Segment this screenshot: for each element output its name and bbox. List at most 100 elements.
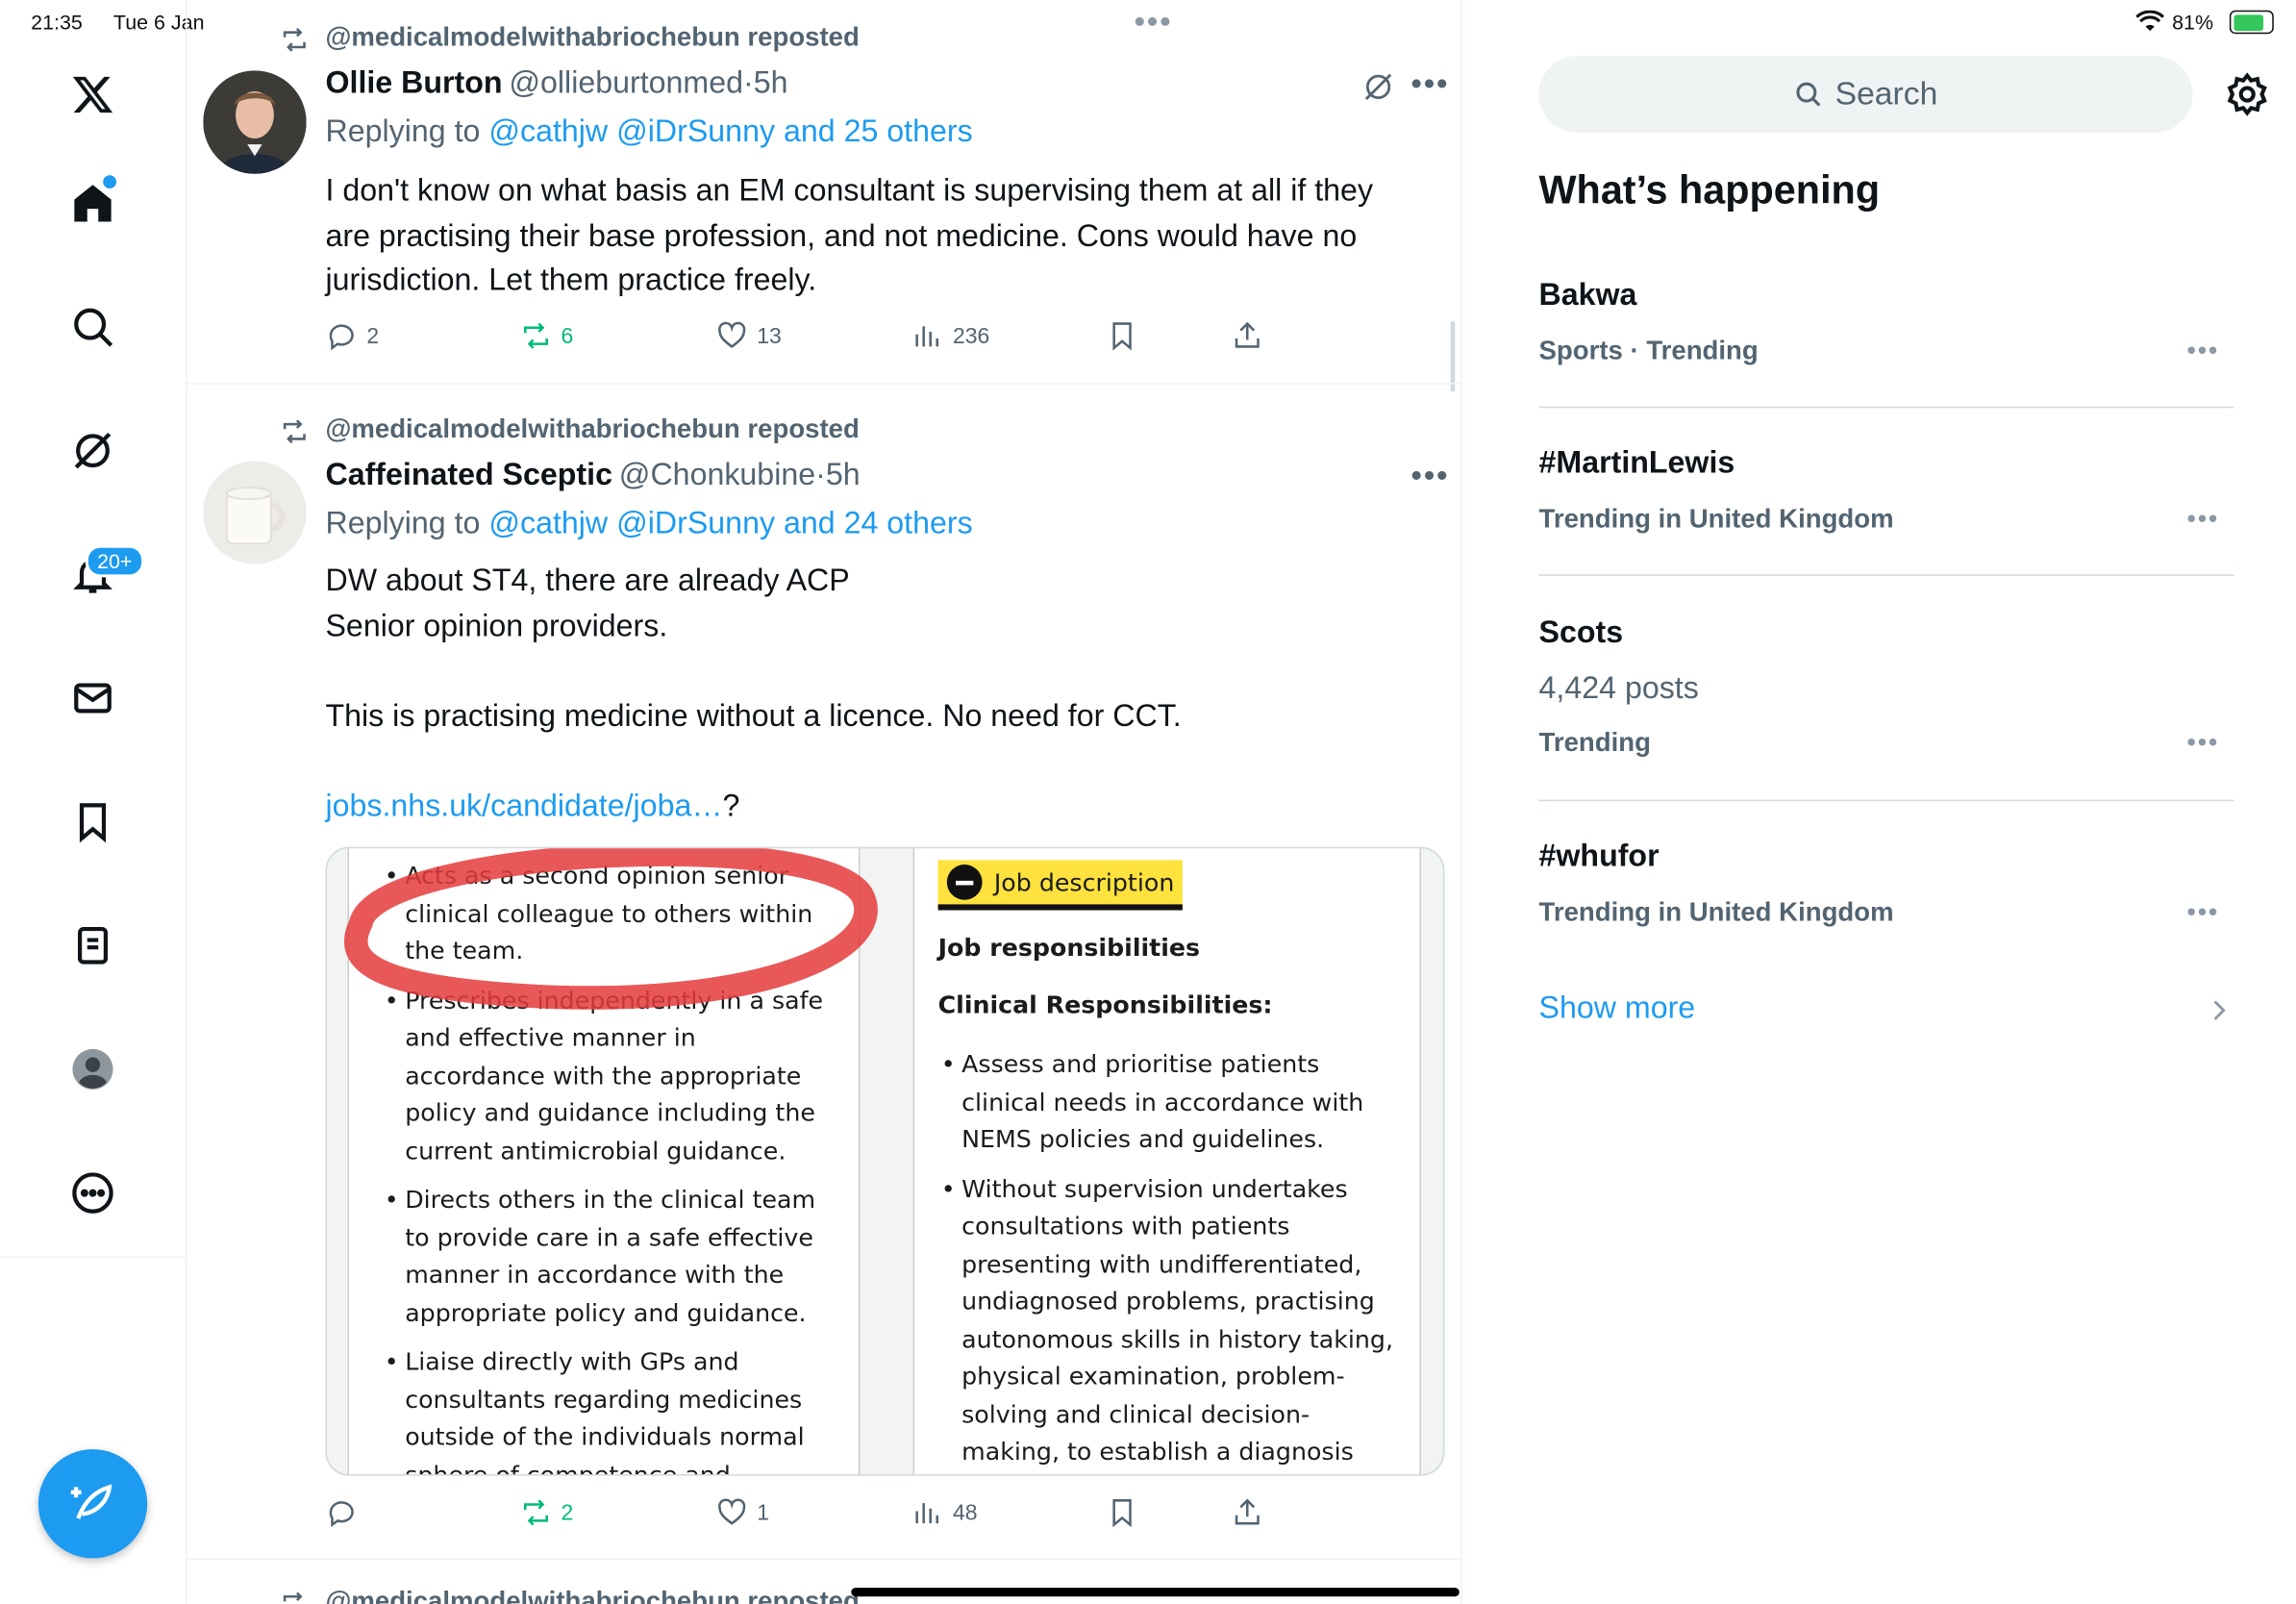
left-nav: 20+ — [0, 0, 187, 1604]
repost-icon — [524, 1499, 548, 1526]
trend-more-dots[interactable]: ••• — [2186, 336, 2219, 366]
views-button[interactable]: 236 — [911, 313, 989, 358]
separator: · — [815, 458, 826, 492]
trend-title[interactable]: #MartinLewis — [1539, 446, 1735, 482]
trend-post-count: 4,424 posts — [1538, 671, 1699, 706]
search-icon — [1796, 82, 1821, 107]
grok-icon[interactable] — [59, 416, 126, 484]
profile-icon[interactable] — [59, 1036, 126, 1103]
doc-subheading: Clinical Responsibilities: — [937, 990, 1273, 1019]
heart-icon — [718, 321, 746, 348]
share-icon — [1235, 1498, 1260, 1525]
more-icon[interactable] — [59, 1159, 126, 1226]
repost-label-icon — [283, 27, 306, 52]
bookmark-button[interactable] — [1106, 313, 1138, 358]
tweet-header: Caffeinated Sceptic @Chonkubine·5h — [325, 458, 860, 493]
trend-meta: Sports · Trending — [1538, 336, 1759, 365]
share-icon — [1235, 321, 1260, 348]
tweet-actions: 2 1 48 — [325, 1491, 1297, 1535]
avatar[interactable] — [203, 70, 307, 174]
trend-title[interactable]: Bakwa — [1539, 278, 1637, 313]
views-button[interactable]: 48 — [911, 1491, 978, 1535]
show-more-link[interactable]: Show more — [1539, 991, 1696, 1027]
tweet-more-dots[interactable]: ••• — [1410, 457, 1449, 495]
trends-heading: What’s happening — [1538, 167, 1881, 213]
like-button[interactable]: 1 — [715, 1491, 769, 1535]
compose-icon — [70, 1484, 112, 1519]
battery-icon — [2229, 10, 2274, 35]
tweet-text: DW about ST4, there are already ACP Seni… — [325, 564, 1182, 823]
repost-icon — [524, 322, 548, 349]
repost-button[interactable]: 2 — [520, 1491, 573, 1535]
replying-to: Replying to @cathjw @iDrSunny and 24 oth… — [325, 506, 973, 541]
search-icon[interactable] — [59, 293, 126, 361]
tweet-more-dots[interactable]: ••• — [1410, 64, 1449, 103]
trend-meta: Trending — [1538, 727, 1651, 758]
views-icon — [915, 1503, 938, 1524]
tweet-header: Ollie Burton @ollieburtonmed·5h — [325, 66, 787, 102]
replying-to: Replying to @cathjw @iDrSunny and 25 oth… — [325, 114, 973, 149]
tweet-divider — [187, 1558, 1462, 1560]
trend-more-dots[interactable]: ••• — [2186, 897, 2219, 928]
avatar[interactable] — [203, 461, 307, 564]
repost-label-icon — [283, 419, 306, 444]
doc-bullet: Directs others in the clinical team to p… — [382, 1181, 836, 1331]
x-logo-icon[interactable] — [59, 61, 126, 128]
trend-meta: Trending in United Kingdom — [1538, 896, 1894, 927]
bookmark-icon — [1112, 322, 1132, 351]
trend-title[interactable]: Scots — [1539, 615, 1624, 651]
trend-divider — [1538, 574, 2234, 576]
replying-to-link[interactable]: @cathjw @iDrSunny and 24 others — [488, 507, 972, 540]
like-button[interactable]: 13 — [715, 313, 782, 358]
replying-to-link[interactable]: @cathjw @iDrSunny and 25 others — [488, 114, 972, 148]
reply-button[interactable] — [325, 1491, 366, 1535]
settings-gear-icon[interactable] — [2224, 71, 2271, 118]
chevron-right-icon — [2213, 1000, 2226, 1020]
minus-circle-icon — [946, 865, 983, 900]
repost-label[interactable]: @medicalmodelwithabriochebun reposted — [325, 22, 859, 53]
search-input[interactable]: Search — [1538, 56, 2193, 133]
timestamp[interactable]: 5h — [826, 458, 861, 491]
trend-divider — [1538, 799, 2234, 802]
home-indicator — [851, 1588, 1460, 1597]
author-handle[interactable]: @Chonkubine — [619, 458, 815, 491]
doc-bullet: Liaise directly with GPs and consultants… — [382, 1343, 836, 1474]
nav-divider — [0, 1256, 187, 1258]
trend-title[interactable]: #whufor — [1539, 840, 1660, 875]
battery-percent: 81% — [2172, 10, 2214, 35]
notifications-icon[interactable]: 20+ — [59, 540, 144, 608]
repost-label[interactable]: @medicalmodelwithabriochebun reposted — [325, 414, 859, 444]
author-name[interactable]: Caffeinated Sceptic — [325, 458, 611, 491]
tweet-image[interactable]: Acts as a second opinion senior clinical… — [325, 846, 1445, 1476]
reply-button[interactable]: 2 — [325, 313, 379, 358]
home-dot — [103, 175, 116, 189]
separator: · — [743, 65, 754, 101]
author-name[interactable]: Ollie Burton — [325, 66, 502, 100]
trend-meta: Trending in United Kingdom — [1538, 503, 1894, 534]
repost-button[interactable]: 6 — [520, 313, 573, 358]
share-button[interactable] — [1231, 313, 1263, 358]
doc-bullet: Assess and prioritise patients clinical … — [938, 1045, 1396, 1158]
tweet-link[interactable]: jobs.nhs.uk/candidate/joba… — [325, 789, 722, 822]
compose-button[interactable] — [37, 1449, 148, 1559]
job-description-tag: Job description — [937, 860, 1184, 911]
home-icon[interactable] — [59, 169, 126, 237]
bookmark-button[interactable] — [1106, 1491, 1138, 1535]
tweet-actions: 2 6 13 236 — [325, 313, 1297, 358]
grok-explain-icon[interactable] — [1362, 71, 1395, 104]
doc-heading: Job responsibilities — [937, 934, 1201, 963]
messages-icon[interactable] — [59, 664, 126, 732]
trend-more-dots[interactable]: ••• — [2186, 728, 2219, 759]
bookmark-icon — [1112, 1499, 1132, 1528]
trend-more-dots[interactable]: ••• — [2186, 504, 2219, 535]
image-right-doc: Job description Job responsibilities Cli… — [912, 848, 1421, 1475]
scrollbar[interactable] — [1450, 320, 1456, 392]
lists-icon[interactable] — [59, 912, 126, 979]
image-left-doc: Acts as a second opinion senior clinical… — [344, 848, 878, 1474]
doc-bullet: Without supervision undertakes consultat… — [938, 1170, 1396, 1474]
author-handle[interactable]: @ollieburtonmed — [509, 66, 743, 100]
share-button[interactable] — [1231, 1491, 1263, 1535]
repost-label[interactable]: @medicalmodelwithabriochebun reposted — [325, 1587, 859, 1604]
timestamp[interactable]: 5h — [754, 66, 788, 100]
bookmarks-icon[interactable] — [59, 788, 126, 855]
